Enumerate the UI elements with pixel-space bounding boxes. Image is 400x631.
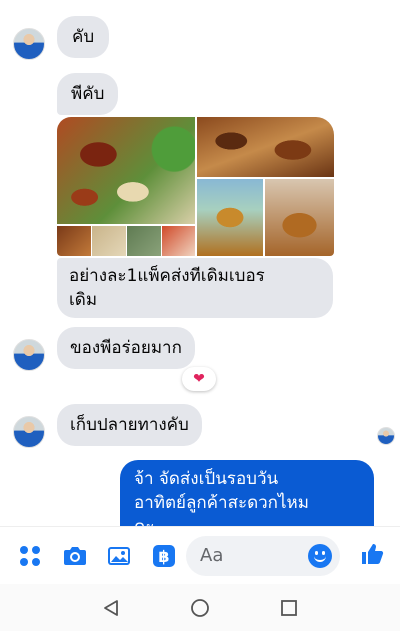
heart-icon: ❤	[193, 371, 205, 387]
food-photo[interactable]	[162, 226, 195, 256]
home-icon[interactable]	[190, 598, 210, 622]
food-photo[interactable]	[197, 179, 263, 256]
message-input[interactable]: Aa	[186, 536, 340, 576]
message-text: พีคับ	[71, 84, 105, 104]
message-text: อาทิตย์ลูกค้าสะดวกไหม	[134, 493, 309, 513]
food-photo[interactable]	[57, 226, 91, 256]
message-bubble[interactable]: คับ	[57, 16, 110, 58]
composer-bar: ฿ Aa	[0, 526, 400, 584]
thumbs-up-icon[interactable]	[360, 542, 384, 566]
conversation: คับ พีคับ อย่างละ1แพ็คส่งทีเดิมเบอร เดิม…	[0, 0, 400, 526]
message-text: อย่างละ1แพ็คส่งทีเดิมเบอร	[69, 266, 265, 286]
contact-avatar[interactable]	[13, 28, 45, 60]
back-icon[interactable]	[102, 599, 120, 621]
heart-reaction-badge[interactable]: ❤	[182, 367, 216, 391]
contact-avatar[interactable]	[13, 416, 45, 448]
gallery-icon[interactable]	[107, 544, 131, 568]
message-text: เดิม	[69, 290, 98, 310]
food-photo[interactable]	[127, 226, 161, 256]
system-navigation-bar	[0, 584, 400, 631]
message-bubble-outgoing[interactable]: จ้า จัดส่งเป็นรอบวัน อาทิตย์ลูกค้าสะดวกไ…	[120, 460, 374, 526]
message-bubble[interactable]: อย่างละ1แพ็คส่งทีเดิมเบอร เดิม	[57, 258, 333, 318]
message-bubble[interactable]: เก็บปลายทางคับ	[57, 404, 202, 446]
message-bubble[interactable]: พีคับ	[57, 73, 119, 115]
message-text: จ้า จัดส่งเป็นรอบวัน	[134, 469, 279, 489]
message-input-placeholder: Aa	[200, 545, 224, 566]
food-photo[interactable]	[57, 117, 195, 224]
contact-avatar[interactable]	[13, 339, 45, 371]
photo-collage[interactable]	[57, 117, 334, 256]
read-receipt-avatar	[377, 427, 395, 445]
food-photo[interactable]	[197, 117, 334, 177]
emoji-icon[interactable]	[308, 544, 332, 568]
message-text: คะ	[134, 515, 360, 526]
message-text: คับ	[72, 27, 95, 47]
food-photo[interactable]	[265, 179, 334, 256]
food-photo[interactable]	[92, 226, 126, 256]
svg-text:฿: ฿	[158, 547, 169, 566]
recents-icon[interactable]	[280, 599, 298, 621]
baht-payment-icon[interactable]: ฿	[152, 544, 176, 568]
message-text: ของพีอร่อยมาก	[70, 338, 182, 358]
menu-dots-icon[interactable]	[18, 544, 42, 568]
message-bubble[interactable]: ของพีอร่อยมาก	[57, 327, 195, 369]
camera-icon[interactable]	[63, 544, 87, 568]
message-text: เก็บปลายทางคับ	[70, 415, 189, 435]
